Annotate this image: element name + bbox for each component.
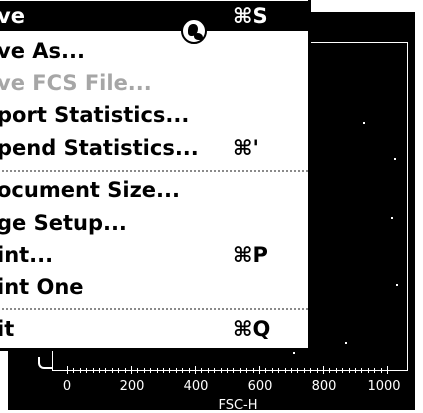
x-tick-mark bbox=[195, 366, 196, 374]
x-tick-mark bbox=[227, 368, 228, 373]
x-tick-mark bbox=[291, 368, 292, 373]
menu-item-export-statistics[interactable]: port Statistics... bbox=[0, 100, 308, 130]
x-tick-mark bbox=[105, 368, 107, 373]
x-tick-mark bbox=[323, 366, 324, 374]
event-dot bbox=[363, 122, 365, 124]
menu-item-label: int One bbox=[0, 275, 84, 299]
x-tick-mark bbox=[342, 368, 344, 373]
file-menu: ve ⌘S ve As... ve FCS File... port Stati… bbox=[0, 0, 309, 349]
x-tick-mark bbox=[79, 368, 81, 373]
menu-item-print-one[interactable]: int One bbox=[0, 272, 308, 302]
x-tick-mark bbox=[252, 368, 254, 373]
x-tick-mark bbox=[303, 368, 305, 373]
x-tick-mark bbox=[92, 368, 94, 373]
x-tick-mark bbox=[265, 368, 267, 373]
x-tick-mark bbox=[220, 368, 222, 373]
x-tick-mark bbox=[214, 368, 216, 373]
x-tick-mark bbox=[156, 368, 158, 373]
x-tick-mark bbox=[329, 368, 331, 373]
x-tick-mark bbox=[316, 368, 318, 373]
x-tick-mark bbox=[150, 368, 152, 373]
x-tick-label: 400 bbox=[183, 379, 209, 394]
x-tick-mark bbox=[348, 368, 350, 373]
x-tick-mark bbox=[387, 366, 388, 374]
menu-item-label: ocument Size... bbox=[0, 178, 180, 202]
x-tick-mark bbox=[355, 368, 356, 373]
event-cluster bbox=[38, 357, 52, 369]
x-tick-mark bbox=[310, 368, 312, 373]
x-tick-mark bbox=[175, 368, 177, 373]
event-dot bbox=[391, 217, 393, 219]
x-tick-mark bbox=[111, 368, 113, 373]
menu-item-page-setup[interactable]: ge Setup... bbox=[0, 208, 308, 238]
x-tick-label: 800 bbox=[311, 379, 337, 394]
menu-item-save[interactable]: ve ⌘S bbox=[0, 1, 308, 31]
x-tick-mark bbox=[182, 368, 184, 373]
x-tick-mark bbox=[124, 368, 126, 373]
x-tick-mark bbox=[233, 368, 235, 373]
menu-item-save-as[interactable]: ve As... bbox=[0, 36, 308, 66]
x-tick-mark bbox=[201, 368, 203, 373]
x-tick-mark bbox=[259, 366, 260, 374]
menu-item-label: ge Setup... bbox=[0, 211, 127, 235]
event-dot bbox=[345, 342, 347, 344]
menu-item-save-fcs-file: ve FCS File... bbox=[0, 68, 308, 98]
x-tick-mark bbox=[143, 368, 145, 373]
event-dot bbox=[293, 352, 295, 354]
menu-item-label: ve FCS File... bbox=[0, 71, 152, 95]
menu-separator bbox=[0, 170, 308, 172]
x-tick-mark bbox=[67, 366, 68, 374]
x-tick-mark bbox=[361, 368, 363, 373]
menu-item-label: port Statistics... bbox=[0, 103, 190, 127]
x-tick-mark bbox=[137, 368, 139, 373]
x-tick-mark bbox=[239, 368, 241, 373]
menu-item-label: int... bbox=[0, 243, 54, 267]
menu-item-label: it bbox=[0, 317, 15, 341]
x-tick-mark bbox=[380, 368, 382, 373]
menu-item-document-size[interactable]: ocument Size... bbox=[0, 175, 308, 205]
x-tick-mark bbox=[284, 368, 286, 373]
event-dot bbox=[394, 158, 396, 160]
x-tick-mark bbox=[297, 368, 299, 373]
x-tick-mark bbox=[374, 368, 376, 373]
x-tick-label: 1000 bbox=[367, 379, 401, 394]
menu-item-print[interactable]: int... ⌘P bbox=[0, 240, 308, 270]
x-tick-mark bbox=[246, 368, 248, 373]
menu-item-shortcut: ⌘P bbox=[233, 243, 268, 267]
x-tick-mark bbox=[118, 368, 120, 373]
x-tick-mark bbox=[278, 368, 280, 373]
x-tick-label: 200 bbox=[119, 379, 145, 394]
event-dot bbox=[396, 284, 398, 286]
x-tick-mark bbox=[73, 368, 75, 373]
menu-item-quit[interactable]: it ⌘Q bbox=[0, 314, 308, 344]
x-tick-mark bbox=[367, 368, 369, 373]
x-tick-mark bbox=[271, 368, 273, 373]
menu-item-label: pend Statistics... bbox=[0, 136, 199, 160]
menu-item-shortcut: ⌘Q bbox=[233, 317, 271, 341]
x-tick-mark bbox=[86, 368, 88, 373]
menu-item-shortcut: ⌘' bbox=[233, 136, 259, 160]
x-tick-mark bbox=[131, 366, 132, 374]
x-tick-label: 0 bbox=[62, 379, 72, 394]
x-tick-mark bbox=[207, 368, 209, 373]
x-tick-mark bbox=[188, 368, 190, 373]
menu-item-label: ve bbox=[0, 4, 25, 28]
x-tick-mark bbox=[99, 368, 100, 373]
menu-item-label: ve As... bbox=[0, 39, 85, 63]
x-tick-mark bbox=[335, 368, 337, 373]
x-tick-mark bbox=[163, 368, 164, 373]
x-tick-label: 600 bbox=[247, 379, 273, 394]
wait-cursor-icon bbox=[181, 18, 207, 44]
x-tick-mark bbox=[169, 368, 171, 373]
menu-item-shortcut: ⌘S bbox=[233, 4, 268, 28]
menu-separator bbox=[0, 308, 308, 310]
menu-item-append-statistics[interactable]: pend Statistics... ⌘' bbox=[0, 133, 308, 163]
